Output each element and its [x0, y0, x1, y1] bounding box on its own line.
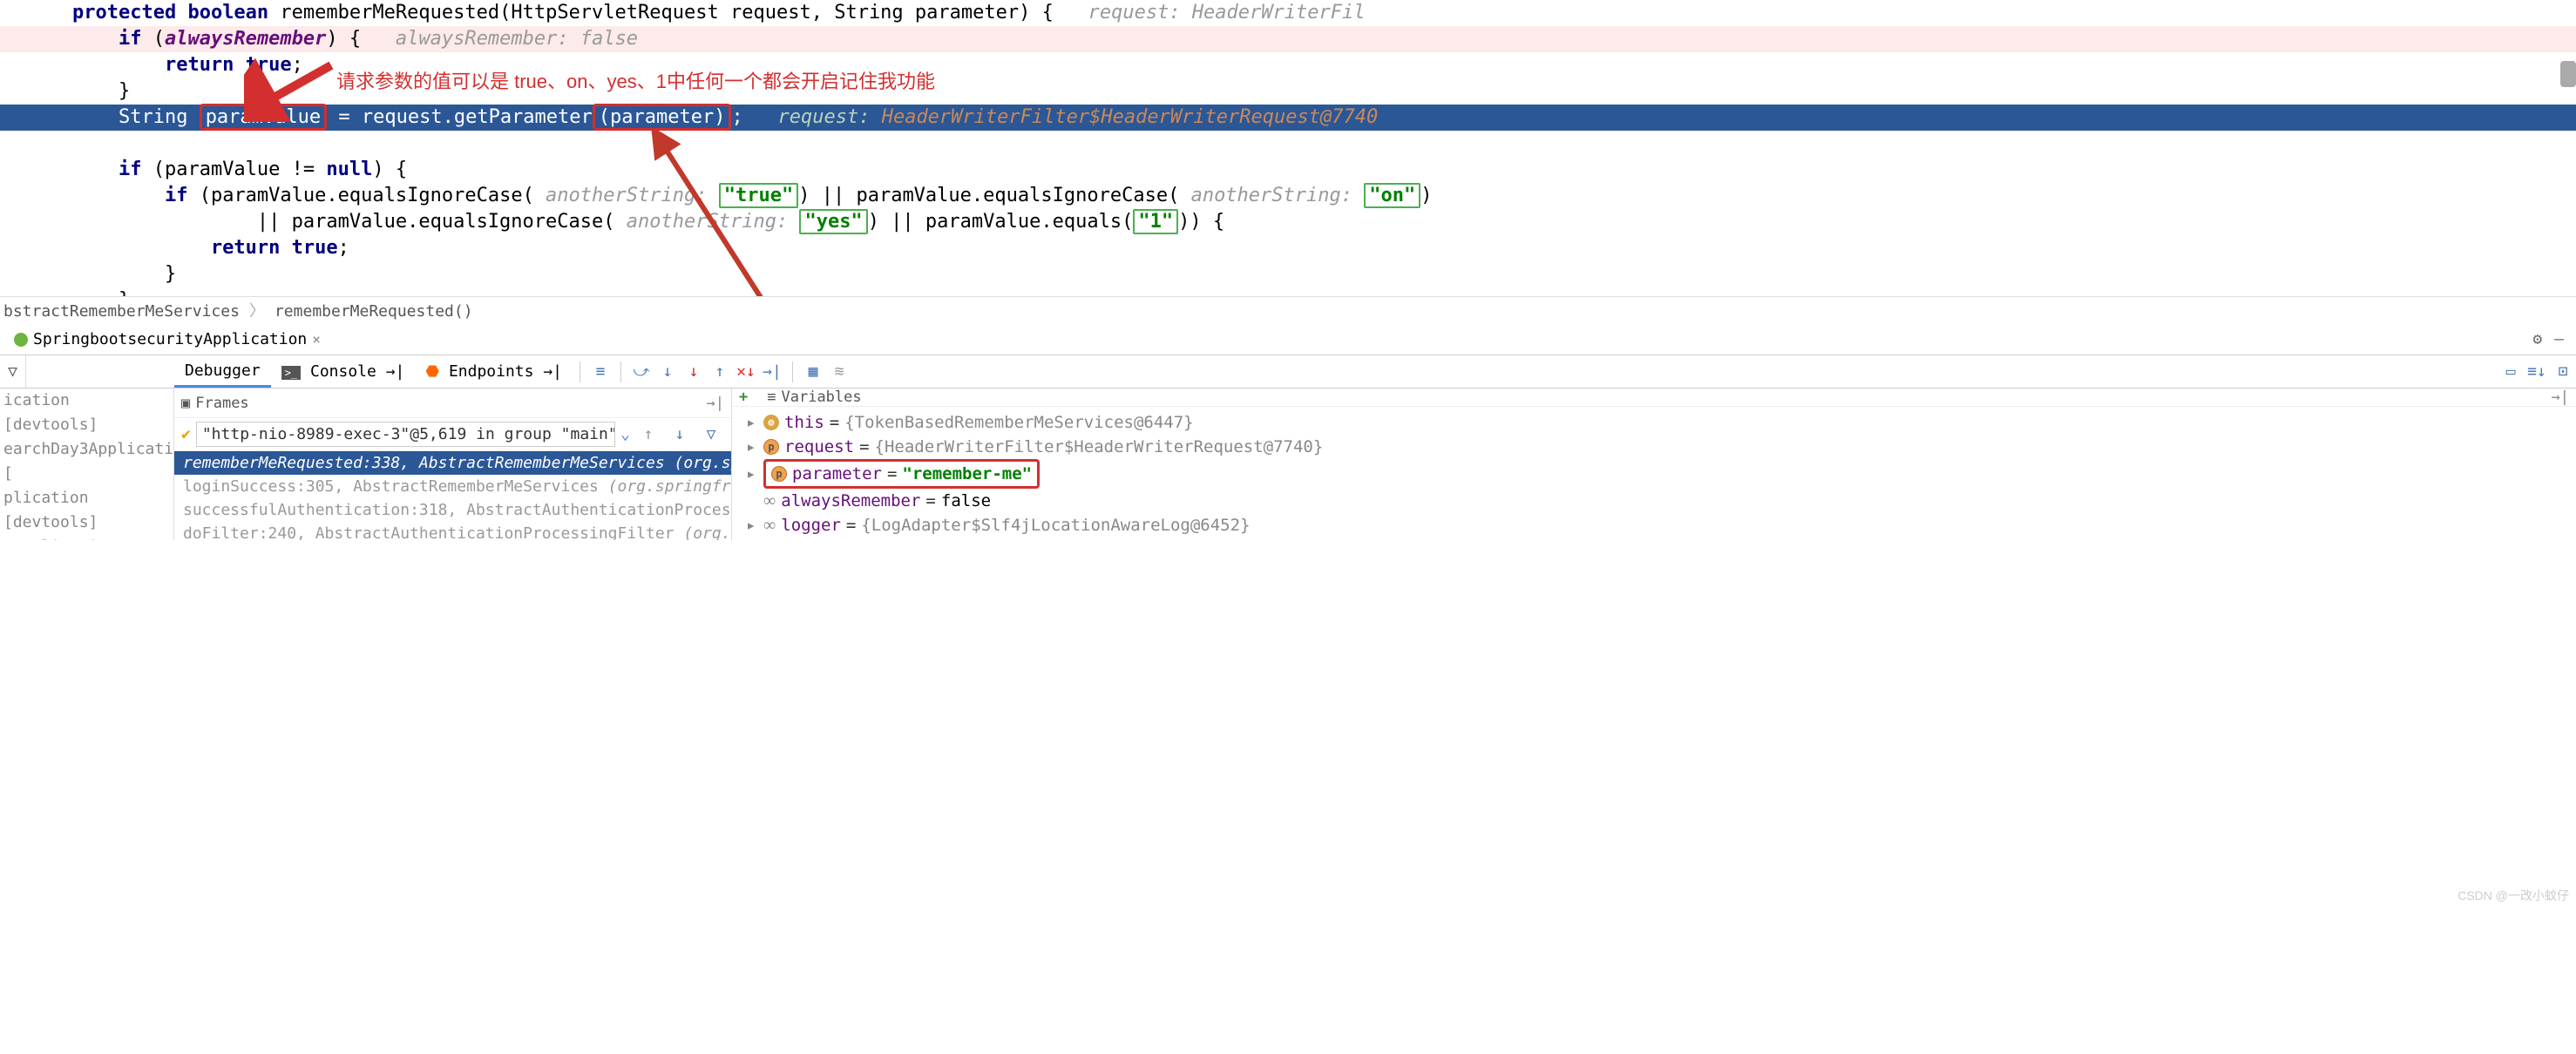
force-step-into-icon[interactable]: ↓ [684, 362, 703, 382]
breadcrumb-item[interactable]: bstractRememberMeServices [3, 302, 240, 321]
frames-panel: ▣ Frames →| ✔ "http-nio-8989-exec-3"@5,6… [174, 388, 732, 540]
check-icon: ✔ [181, 425, 191, 443]
add-watch-icon[interactable]: + [739, 388, 748, 406]
tab-debugger[interactable]: Debugger [174, 356, 271, 388]
show-execution-point-icon[interactable]: ≡ [591, 362, 610, 382]
code-line: } [0, 287, 2576, 296]
highlight-box: "1" [1133, 209, 1178, 234]
vars-icon: ≡ [767, 388, 776, 406]
list-item[interactable]: earchDay3Application [ [3, 437, 173, 486]
close-icon[interactable]: × [312, 331, 321, 348]
scrollbar-thumb[interactable] [2560, 61, 2576, 87]
code-line: || paramValue.equalsIgnoreCase( anotherS… [0, 209, 2576, 235]
code-line [0, 131, 2576, 157]
run-config-label: SpringbootsecurityApplication [33, 330, 307, 348]
panel-title: Frames [195, 395, 248, 412]
filter-icon[interactable]: ▽ [0, 355, 26, 388]
gear-icon[interactable]: ⚙ [2532, 330, 2542, 348]
evaluate-icon[interactable]: ▦ [803, 362, 823, 382]
layout-icon[interactable]: ▭ [2501, 362, 2520, 382]
highlight-box: "yes" [799, 209, 867, 234]
filter-frames-icon[interactable]: ▽ [702, 425, 721, 444]
step-over-icon[interactable]: ⤻ [632, 362, 651, 382]
highlight-box: "on" [1364, 183, 1420, 208]
code-line: if (alwaysRemember) { alwaysRemember: fa… [0, 26, 2576, 52]
code-line: } [0, 261, 2576, 287]
code-line: if (paramValue.equalsIgnoreCase( another… [0, 183, 2576, 209]
minimize-icon[interactable]: — [2554, 330, 2564, 348]
step-into-icon[interactable]: ↓ [658, 362, 677, 382]
frame-row[interactable]: loginSuccess:305, AbstractRememberMeServ… [174, 475, 731, 498]
frame-row[interactable]: doFilter:240, AbstractAuthenticationProc… [174, 522, 731, 540]
var-row[interactable]: ▸ request = {HeaderWriterFilter$HeaderWr… [739, 435, 2569, 459]
restore-icon[interactable]: ⊡ [2553, 362, 2573, 382]
more-icon[interactable]: →| [2552, 388, 2569, 406]
pin-icon[interactable]: ≡↓ [2527, 362, 2546, 382]
list-item[interactable]: plication [devtools] [3, 486, 173, 535]
highlight-box: (parameter) [593, 104, 732, 131]
code-editor[interactable]: protected boolean rememberMeRequested(Ht… [0, 0, 2576, 296]
code-line: return true; [0, 235, 2576, 261]
primitive-icon: ∞ [763, 513, 776, 537]
breadcrumb-sep: 〉 [249, 302, 265, 321]
prev-frame-icon[interactable]: ↑ [639, 425, 658, 444]
run-to-cursor-icon[interactable]: →| [763, 362, 782, 382]
watermark: CSDN @一改小蚊仔 [2457, 887, 2569, 904]
drop-frame-icon[interactable]: ✕↓ [736, 362, 756, 382]
param-icon [763, 439, 779, 455]
step-out-icon[interactable]: ↑ [710, 362, 729, 382]
next-frame-icon[interactable]: ↓ [670, 425, 689, 444]
debugger-toolbar: ▽ Debugger >_ Console →| ⬣ Endpoints →| … [0, 355, 2576, 388]
tab-console[interactable]: >_ Console →| [271, 357, 416, 386]
var-row[interactable]: ▸⊜ this = {TokenBasedRememberMeServices@… [739, 410, 2569, 435]
object-icon: ⊜ [763, 415, 779, 430]
var-row[interactable]: ∞ alwaysRemember = false [739, 489, 2569, 513]
list-item[interactable]: ication [devtools] [3, 388, 173, 437]
code-line: if (paramValue != null) { [0, 157, 2576, 183]
var-row[interactable]: ▸∞ logger = {LogAdapter$Slf4jLocationAwa… [739, 513, 2569, 537]
variables-panel: + ≡ Variables →| ▸⊜ this = {TokenBasedRe… [732, 388, 2576, 540]
run-configs-list[interactable]: ication [devtools] earchDay3Application … [0, 388, 174, 540]
breadcrumb-item[interactable]: rememberMeRequested() [275, 302, 473, 321]
list-item[interactable]: 7Application [3, 535, 173, 540]
tab-endpoints[interactable]: ⬣ Endpoints →| [415, 357, 573, 386]
spring-icon [14, 333, 28, 347]
breadcrumb[interactable]: bstractRememberMeServices 〉 rememberMeRe… [0, 296, 2576, 324]
code-line-selected: String paramValue = request.getParameter… [0, 105, 2576, 131]
stack-icon: ▣ [181, 395, 190, 412]
var-row-highlighted[interactable]: ▸ parameter = "remember-me" [739, 459, 2569, 489]
highlight-box: "true" [719, 183, 798, 208]
frames-list[interactable]: rememberMeRequested:338, AbstractRemembe… [174, 451, 731, 540]
trace-icon[interactable]: ≋ [830, 362, 849, 382]
run-config-tab[interactable]: SpringbootsecurityApplication × [5, 327, 329, 352]
dropdown-icon[interactable]: ⌄ [620, 425, 630, 443]
panel-title: Variables [782, 388, 862, 406]
frame-row[interactable]: rememberMeRequested:338, AbstractRemembe… [174, 451, 731, 475]
highlight-box: paramValue [200, 104, 327, 131]
variables-list[interactable]: ▸⊜ this = {TokenBasedRememberMeServices@… [732, 407, 2576, 541]
code-line: protected boolean rememberMeRequested(Ht… [0, 0, 2576, 26]
primitive-icon: ∞ [763, 489, 776, 513]
frame-row[interactable]: successfulAuthentication:318, AbstractAu… [174, 498, 731, 522]
more-icon[interactable]: →| [707, 395, 724, 412]
param-icon [771, 466, 787, 482]
thread-selector[interactable]: "http-nio-8989-exec-3"@5,619 in group "m… [196, 422, 615, 447]
highlight-box: parameter = "remember-me" [763, 459, 1040, 489]
run-tab-bar: SpringbootsecurityApplication × ⚙ — [0, 324, 2576, 355]
annotation-text: 请求参数的值可以是 true、on、yes、1中任何一个都会开启记住我功能 [336, 66, 935, 94]
